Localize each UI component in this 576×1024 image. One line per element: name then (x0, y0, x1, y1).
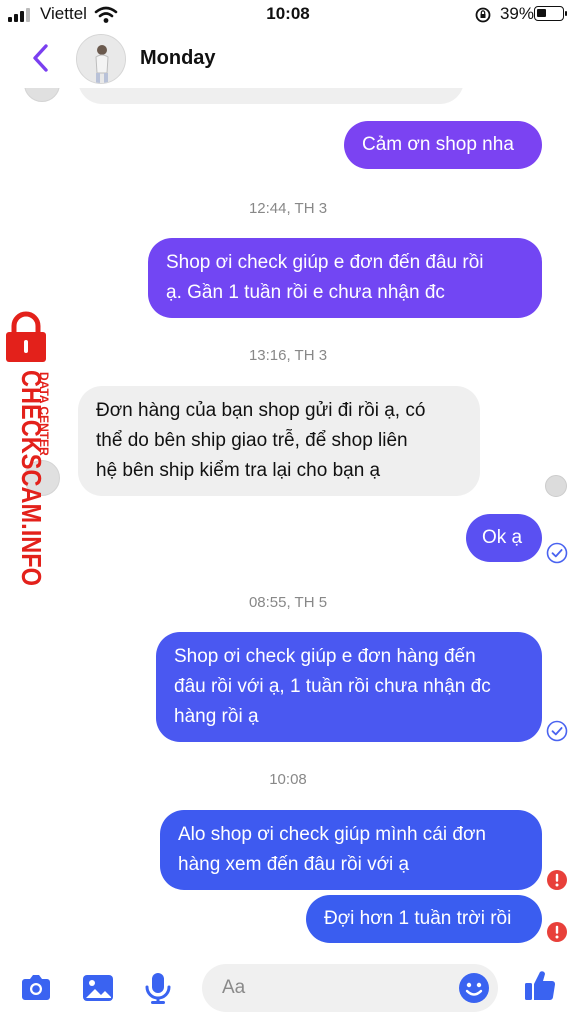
message-bubble-outgoing[interactable]: Đợi hơn 1 tuần trời rồi (306, 895, 542, 943)
image-icon[interactable] (80, 970, 116, 1006)
message-line: Shop ơi check giúp e đơn hàng đến (174, 646, 476, 667)
sent-check-icon (546, 720, 568, 742)
battery-icon (534, 6, 567, 21)
error-icon[interactable] (546, 921, 568, 943)
message-bubble-outgoing[interactable]: Ok ạ (466, 514, 542, 562)
message-line: hệ bên ship kiểm tra lại cho bạn ạ (96, 460, 381, 481)
battery-percent: 39% (499, 4, 534, 23)
timestamp: 13:16, TH 3 (248, 347, 328, 364)
composer-bar (0, 950, 576, 1024)
contact-avatar-small (24, 460, 60, 496)
message-line: Alo shop ơi check giúp mình cái đơn (178, 824, 486, 845)
seen-avatar (545, 475, 567, 497)
microphone-icon[interactable] (140, 970, 176, 1006)
status-bar: Viettel 10:08 39% (0, 0, 576, 30)
error-icon[interactable] (546, 869, 568, 891)
conversation-header: Monday (0, 30, 576, 88)
contact-name[interactable]: Monday (140, 47, 216, 70)
message-line: thể do bên ship giao trễ, để shop liên (96, 430, 408, 451)
emoji-icon[interactable] (458, 972, 490, 1004)
timestamp: 08:55, TH 5 (248, 594, 328, 611)
sent-check-icon (546, 542, 568, 564)
message-bubble-outgoing[interactable]: Cảm ơn shop nha (344, 121, 542, 169)
message-text: Đợi hơn 1 tuần trời rồi (324, 908, 512, 929)
camera-icon[interactable] (18, 970, 54, 1006)
message-text: Ok ạ (482, 527, 523, 548)
message-line: Shop ơi check giúp e đơn đến đâu rồi (166, 252, 484, 273)
rotation-lock-icon (475, 7, 491, 23)
message-line: Đơn hàng của bạn shop gửi đi rồi ạ, có (96, 400, 426, 421)
message-text: Cảm ơn shop nha (362, 134, 514, 155)
thumbs-up-icon[interactable] (522, 968, 558, 1004)
svg-text:DATA CENTER: DATA CENTER (37, 372, 51, 456)
contact-avatar[interactable] (76, 34, 126, 84)
message-bubble-outgoing[interactable]: Shop ơi check giúp e đơn đến đâu rồi ạ. … (148, 238, 542, 318)
message-input[interactable] (222, 976, 452, 1000)
back-chevron-icon[interactable] (28, 42, 54, 74)
timestamp: 12:44, TH 3 (248, 200, 328, 217)
message-line: hàng xem đến đâu rồi với ạ (178, 854, 410, 875)
message-bubble-incoming[interactable]: Đơn hàng của bạn shop gửi đi rồi ạ, có t… (78, 386, 480, 496)
message-bubble-outgoing[interactable]: Shop ơi check giúp e đơn hàng đến đâu rồ… (156, 632, 542, 742)
message-line: đâu rồi với ạ, 1 tuần rồi chưa nhận đc (174, 676, 491, 697)
message-line: hàng rồi ạ (174, 706, 259, 727)
timestamp: 10:08 (269, 771, 307, 788)
message-bubble-outgoing[interactable]: Alo shop ơi check giúp mình cái đơn hàng… (160, 810, 542, 890)
message-input-container (202, 964, 498, 1012)
message-line: ạ. Gần 1 tuần rồi e chưa nhận đc (166, 282, 445, 303)
